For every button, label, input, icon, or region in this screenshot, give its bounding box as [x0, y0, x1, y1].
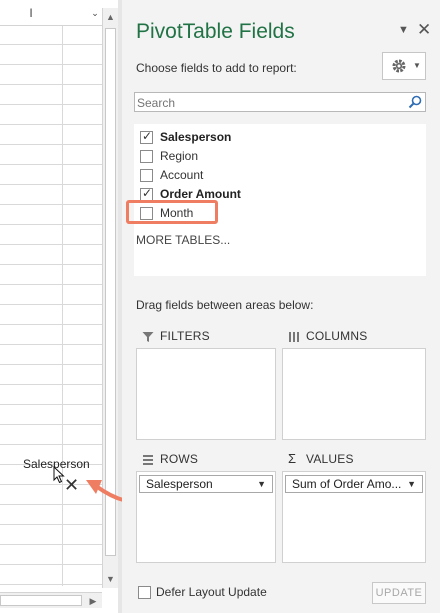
- grid-row-line: [0, 244, 102, 245]
- grid-row-line: [0, 204, 102, 205]
- field-checkbox[interactable]: [140, 186, 153, 201]
- values-area-header: Σ VALUES: [282, 449, 426, 471]
- grid-row-line: [0, 444, 102, 445]
- field-checkbox[interactable]: [140, 207, 153, 220]
- rows-drop-zone[interactable]: Salesperson ▼: [136, 471, 276, 563]
- grid-row-line: [0, 224, 102, 225]
- columns-icon: [289, 332, 299, 342]
- columns-area-header: COLUMNS: [282, 326, 426, 348]
- column-header-i[interactable]: I: [0, 0, 62, 26]
- choose-fields-label: Choose fields to add to report:: [136, 61, 297, 75]
- grid-row-line: [0, 84, 102, 85]
- search-input[interactable]: [134, 92, 426, 112]
- field-list: Salesperson Region Account Order Amount …: [134, 124, 426, 276]
- update-button[interactable]: UPDATE: [372, 582, 426, 604]
- values-title: VALUES: [306, 452, 354, 466]
- field-item-salesperson[interactable]: Salesperson: [140, 129, 380, 147]
- grid-row-line: [0, 104, 102, 105]
- horizontal-scroll-thumb[interactable]: [0, 595, 82, 606]
- field-item-account[interactable]: Account: [140, 167, 380, 185]
- column-header-dropdown-icon[interactable]: ⌄: [90, 0, 100, 26]
- values-field-sum-order-amount[interactable]: Sum of Order Amo... ▼: [285, 475, 423, 493]
- filters-drop-zone[interactable]: [136, 348, 276, 440]
- field-item-order-amount[interactable]: Order Amount: [140, 186, 380, 204]
- grid-row-line: [0, 404, 102, 405]
- field-label: Salesperson: [160, 130, 232, 144]
- columns-drop-zone[interactable]: [282, 348, 426, 440]
- grid-row-line: [0, 344, 102, 345]
- grid-row-line: [0, 264, 102, 265]
- field-label: Month: [160, 206, 194, 220]
- rows-title: ROWS: [160, 452, 199, 466]
- grid-column-line: [62, 26, 63, 586]
- scroll-down-icon[interactable]: ▼: [103, 570, 118, 588]
- gear-icon: [392, 59, 406, 73]
- grid-row-line: [0, 584, 102, 585]
- grid-row-line: [0, 44, 102, 45]
- filters-area-header: FILTERS: [136, 326, 276, 348]
- rows-area-header: ROWS: [136, 449, 276, 471]
- more-tables-link[interactable]: MORE TABLES...: [136, 233, 230, 247]
- search-icon[interactable]: [408, 95, 422, 109]
- spreadsheet-area: I ⌄ ▲ ▼ ▶ Salesperson ✕: [0, 0, 122, 613]
- horizontal-scrollbar[interactable]: ▶: [0, 592, 102, 608]
- grid-row-line: [0, 544, 102, 545]
- scroll-up-icon[interactable]: ▲: [103, 8, 118, 26]
- tools-button[interactable]: ▼: [382, 52, 426, 80]
- grid-row-line: [0, 564, 102, 565]
- grid-row-line: [0, 424, 102, 425]
- pivottable-fields-pane: PivotTable Fields ▼ ✕ Choose fields to a…: [122, 0, 440, 613]
- rows-icon: [143, 455, 153, 465]
- defer-layout-label[interactable]: Defer Layout Update: [156, 585, 267, 599]
- grid-row-line: [0, 384, 102, 385]
- pane-options-dropdown-icon[interactable]: ▼: [398, 24, 409, 36]
- grid-row-line: [0, 524, 102, 525]
- filters-title: FILTERS: [160, 329, 210, 343]
- app-window: I ⌄ ▲ ▼ ▶ Salesperson ✕ PivotTable Field…: [0, 0, 440, 613]
- defer-layout-checkbox[interactable]: [138, 586, 151, 599]
- field-checkbox[interactable]: [140, 169, 153, 182]
- close-icon[interactable]: ✕: [417, 20, 431, 40]
- field-label: Order Amount: [160, 187, 241, 201]
- sigma-icon: Σ: [288, 451, 297, 466]
- chevron-down-icon[interactable]: ▼: [257, 479, 266, 489]
- field-item-region[interactable]: Region: [140, 148, 380, 166]
- pane-title: PivotTable Fields: [136, 20, 295, 43]
- field-checkbox[interactable]: [140, 150, 153, 163]
- grid-row-line: [0, 364, 102, 365]
- grid-row-line: [0, 144, 102, 145]
- grid-row-line: [0, 184, 102, 185]
- values-drop-zone[interactable]: Sum of Order Amo... ▼: [282, 471, 426, 563]
- values-field-label: Sum of Order Amo...: [292, 477, 402, 491]
- grid-row-line: [0, 284, 102, 285]
- grid-row-line: [0, 164, 102, 165]
- rows-field-salesperson[interactable]: Salesperson ▼: [139, 475, 273, 493]
- grid-row-line: [0, 64, 102, 65]
- field-checkbox[interactable]: [140, 129, 153, 144]
- columns-title: COLUMNS: [306, 329, 368, 343]
- grid-row-line: [0, 124, 102, 125]
- field-label: Account: [160, 168, 204, 182]
- grid-row-line: [0, 304, 102, 305]
- rows-field-label: Salesperson: [146, 477, 213, 491]
- field-item-month[interactable]: Month: [140, 205, 380, 223]
- scroll-right-icon[interactable]: ▶: [86, 593, 100, 609]
- drag-fields-hint: Drag fields between areas below:: [136, 298, 314, 312]
- grid-row-line: [0, 324, 102, 325]
- remove-x-icon: ✕: [64, 475, 80, 495]
- filter-icon: [142, 332, 154, 342]
- field-label: Region: [160, 149, 199, 163]
- chevron-down-icon: ▼: [413, 61, 421, 70]
- chevron-down-icon[interactable]: ▼: [407, 479, 416, 489]
